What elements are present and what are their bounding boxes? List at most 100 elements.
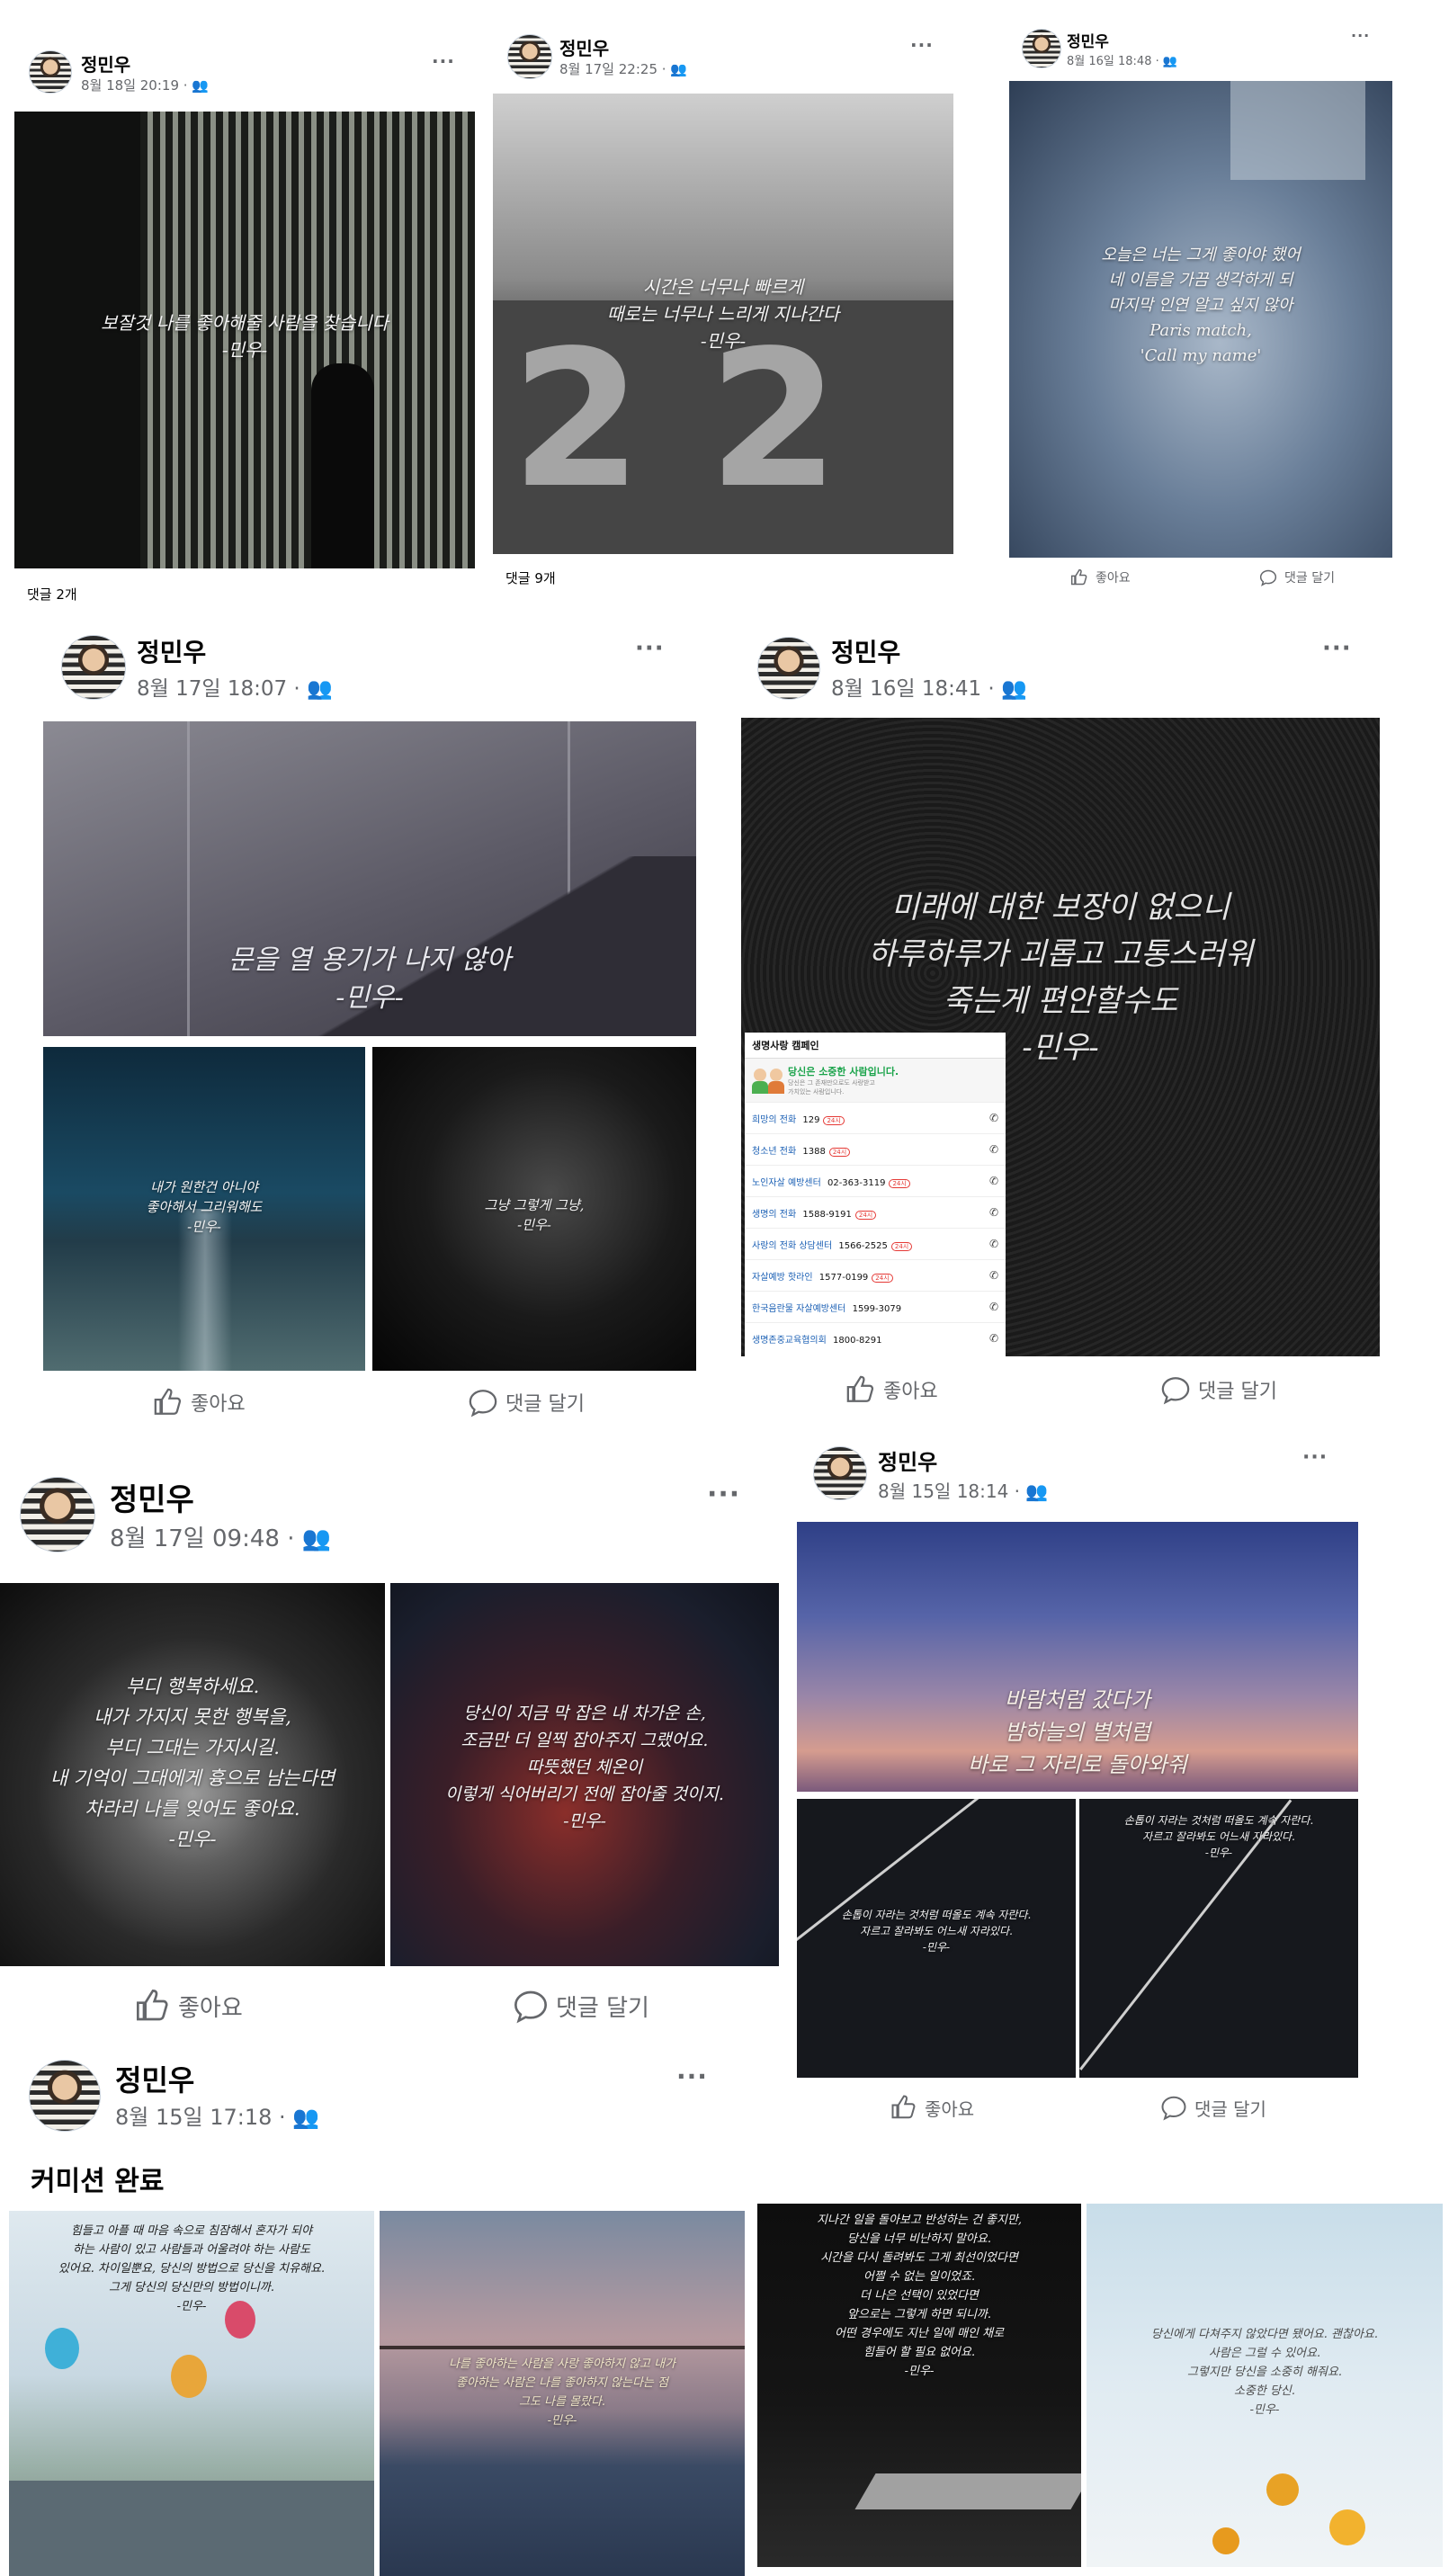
post-date[interactable]: 8월 17일 09:48 · 👥 [110, 1520, 331, 1553]
comment-button[interactable]: 댓글 달기 [513, 1988, 649, 2024]
post-image-1[interactable]: 지나간 일을 돌아보고 반성하는 건 좋지만, 당신을 너무 비난하지 말아요.… [757, 2204, 1081, 2567]
friends-icon: 👥 [292, 2105, 320, 2130]
post-4: 정민우 8월 17일 18:07 · 👥 ··· 문을 열 용기가 나지 않아 … [0, 621, 720, 1430]
like-button[interactable]: 좋아요 [153, 1387, 246, 1418]
phone-icon[interactable]: ✆ [989, 1301, 998, 1313]
post-date[interactable]: 8월 15일 17:18 · 👥 [115, 2099, 319, 2131]
avatar[interactable] [29, 2060, 101, 2132]
image-caption: 나를 좋아하는 사람을 사랑 좋아하지 않고 내가 좋아하는 사람은 나를 좋아… [448, 2357, 676, 2428]
author-name[interactable]: 정민우 [1067, 29, 1109, 51]
post-image-main[interactable]: 바람처럼 갔다가 밤하늘의 별처럼 바로 그 자리로 돌아와줘 [797, 1522, 1358, 1792]
more-options-button[interactable]: ··· [910, 34, 934, 56]
hotline-row[interactable]: 생명의 전화 1588-9191 24시 ✆ [745, 1196, 1006, 1228]
image-caption: 보잘것 나를 좋아해줄 사람을 찾습니다 -민우- [101, 312, 389, 361]
hotline-number: 1599-3079 [852, 1303, 902, 1314]
hotline-row[interactable]: 자살예방 핫라인 1577-0199 24시 ✆ [745, 1259, 1006, 1291]
thumbs-up-icon [846, 1375, 874, 1402]
post-date[interactable]: 8월 17일 18:07 · 👥 [137, 671, 333, 702]
hotline-row[interactable]: 청소년 전화 1388 24시 ✆ [745, 1133, 1006, 1165]
post-image-2[interactable]: 당신이 지금 막 잡은 내 차가운 손, 조금만 더 일찍 잡아주지 그랬어요.… [390, 1583, 779, 1966]
author-name[interactable]: 정민우 [878, 1445, 937, 1476]
avatar[interactable] [61, 635, 126, 700]
more-options-button[interactable]: ··· [1322, 635, 1352, 662]
post-image-1[interactable]: 부디 행복하세요. 내가 가지지 못한 행복을, 부디 그대는 가지시길. 내 … [0, 1583, 385, 1966]
avatar[interactable] [20, 1477, 95, 1552]
comment-count[interactable]: 댓글 2개 [27, 585, 77, 604]
hotline-panel: 생명사랑 캠페인 당신은 소중한 사람입니다. 당신은 그 존재만으로도 사랑받… [745, 1033, 1006, 1356]
thumbs-up-icon [1070, 568, 1087, 586]
more-options-button[interactable]: ··· [676, 2062, 708, 2091]
author-name[interactable]: 정민우 [831, 633, 900, 669]
thumbs-up-icon [137, 1989, 168, 2021]
author-name[interactable]: 정민우 [110, 1475, 194, 1519]
avatar[interactable] [507, 34, 552, 79]
more-options-button[interactable]: ··· [1351, 27, 1370, 44]
post-date[interactable]: 8월 16일 18:48 · 👥 [1067, 51, 1177, 68]
author-name[interactable]: 정민우 [137, 633, 206, 669]
post-date[interactable]: 8월 18일 20:19 · 👥 [81, 76, 209, 94]
like-button[interactable]: 좋아요 [1070, 568, 1131, 586]
phone-icon[interactable]: ✆ [989, 1143, 998, 1156]
like-button[interactable]: 좋아요 [135, 1988, 243, 2024]
post-image-2[interactable]: 내가 원한건 아니야 좋아해서 그리워해도 -민우- [43, 1047, 365, 1371]
phone-icon[interactable]: ✆ [989, 1175, 998, 1187]
like-button[interactable]: 좋아요 [890, 2094, 974, 2121]
comment-count[interactable]: 댓글 9개 [505, 568, 556, 587]
hotline-name: 생명의 전화 [752, 1209, 797, 1220]
image-caption: 바람처럼 갔다가 밤하늘의 별처럼 바로 그 자리로 돌아와줘 [968, 1687, 1187, 1777]
image-caption: 시간은 너무나 빠르게 때로는 너무나 느리게 지나간다 -민우- [606, 276, 840, 352]
phone-icon[interactable]: ✆ [989, 1332, 998, 1345]
post-text: 커미션 완료 [31, 2166, 165, 2197]
post-image-2[interactable]: 나를 좋아하는 사람을 사랑 좋아하지 않고 내가 좋아하는 사람은 나를 좋아… [380, 2211, 745, 2576]
post-image[interactable]: 오늘은 너는 그게 좋아야 했어 네 이름을 가끔 생각하게 되 마지막 인연 … [1009, 81, 1392, 558]
more-options-button[interactable]: ··· [635, 635, 665, 662]
author-name[interactable]: 정민우 [559, 34, 609, 60]
post-image-2[interactable]: 손톱이 자라는 것처럼 떠올도 계속 자란다. 자르고 잘라봐도 어느새 자라있… [797, 1799, 1076, 2078]
post-image[interactable]: 미래에 대한 보장이 없으니 하루하루가 괴롭고 고통스러워 죽는게 편안할수도… [741, 718, 1380, 1356]
hotline-title: 생명사랑 캠페인 [745, 1033, 1006, 1059]
author-name[interactable]: 정민우 [81, 50, 130, 76]
post-image[interactable]: 보잘것 나를 좋아해줄 사람을 찾습니다 -민우- [14, 112, 475, 568]
post-5: 정민우 8월 16일 18:41 · 👥 ··· 미래에 대한 보장이 없으니 … [720, 621, 1449, 1430]
thumbs-up-icon [154, 1388, 182, 1415]
hotline-row[interactable]: 희망의 전화 129 24시 ✆ [745, 1102, 1006, 1133]
author-name[interactable]: 정민우 [115, 2058, 194, 2099]
24h-badge: 24시 [890, 1241, 913, 1251]
hotline-row[interactable]: 사랑의 전화 상담센터 1566-2525 24시 ✆ [745, 1228, 1006, 1259]
avatar[interactable] [757, 637, 820, 700]
post-image[interactable]: 2 2 시간은 너무나 빠르게 때로는 너무나 느리게 지나간다 -민우- [493, 94, 953, 554]
more-options-button[interactable]: ··· [1302, 1446, 1328, 1469]
friends-icon: 👥 [670, 61, 687, 77]
post-image-3[interactable]: 그냥 그렇게 그냥, -민우- [372, 1047, 696, 1371]
phone-icon[interactable]: ✆ [989, 1112, 998, 1124]
phone-icon[interactable]: ✆ [989, 1238, 998, 1250]
more-options-button[interactable]: ··· [432, 50, 455, 72]
like-label: 좋아요 [925, 2097, 975, 2120]
avatar[interactable] [1022, 29, 1061, 68]
like-button[interactable]: 좋아요 [845, 1374, 938, 1405]
avatar[interactable] [813, 1446, 867, 1500]
post-image-1[interactable]: 힘들고 아플 때 마음 속으로 침잠해서 혼자가 되야 하는 사람이 있고 사람… [9, 2211, 374, 2576]
post-image-2[interactable]: 당신에게 다쳐주지 않았다면 됐어요. 괜찮아요. 사람은 그럴 수 있어요. … [1087, 2204, 1443, 2567]
avatar[interactable] [29, 50, 72, 94]
post-date[interactable]: 8월 15일 18:14 · 👥 [878, 1477, 1048, 1503]
more-options-button[interactable]: ··· [707, 1479, 740, 1510]
post-date[interactable]: 8월 16일 18:41 · 👥 [831, 671, 1027, 702]
hotline-row[interactable]: 노인자살 예방센터 02-363-3119 24시 ✆ [745, 1165, 1006, 1196]
hotline-number: 129 [802, 1114, 820, 1125]
post-image-3[interactable]: 손톱이 자라는 것처럼 떠올도 계속 자란다. 자르고 잘라봐도 어느새 자라있… [1079, 1799, 1358, 2078]
hotline-row[interactable]: 생명존중교육협의회 1800-8291 ✆ [745, 1322, 1006, 1354]
comment-button[interactable]: 댓글 달기 [468, 1387, 585, 1418]
hotline-row[interactable]: 한국음란물 자살예방센터 1599-3079 ✆ [745, 1291, 1006, 1322]
post-date[interactable]: 8월 17일 22:25 · 👥 [559, 59, 687, 78]
phone-icon[interactable]: ✆ [989, 1206, 998, 1219]
post-7: 정민우 8월 15일 18:14 · 👥 ··· 바람처럼 갔다가 밤하늘의 별… [792, 1430, 1449, 2150]
post-9: 지나간 일을 돌아보고 반성하는 건 좋지만, 당신을 너무 비난하지 말아요.… [756, 2195, 1449, 2576]
comment-button[interactable]: 댓글 달기 [1160, 1374, 1277, 1405]
hotline-name: 노인자살 예방센터 [752, 1177, 821, 1188]
comment-button[interactable]: 댓글 달기 [1160, 2094, 1266, 2121]
24h-badge: 24시 [828, 1147, 851, 1157]
post-image-main[interactable]: 문을 열 용기가 나지 않아 -민우- [43, 721, 696, 1036]
comment-button[interactable]: 댓글 달기 [1259, 568, 1335, 586]
phone-icon[interactable]: ✆ [989, 1269, 998, 1282]
